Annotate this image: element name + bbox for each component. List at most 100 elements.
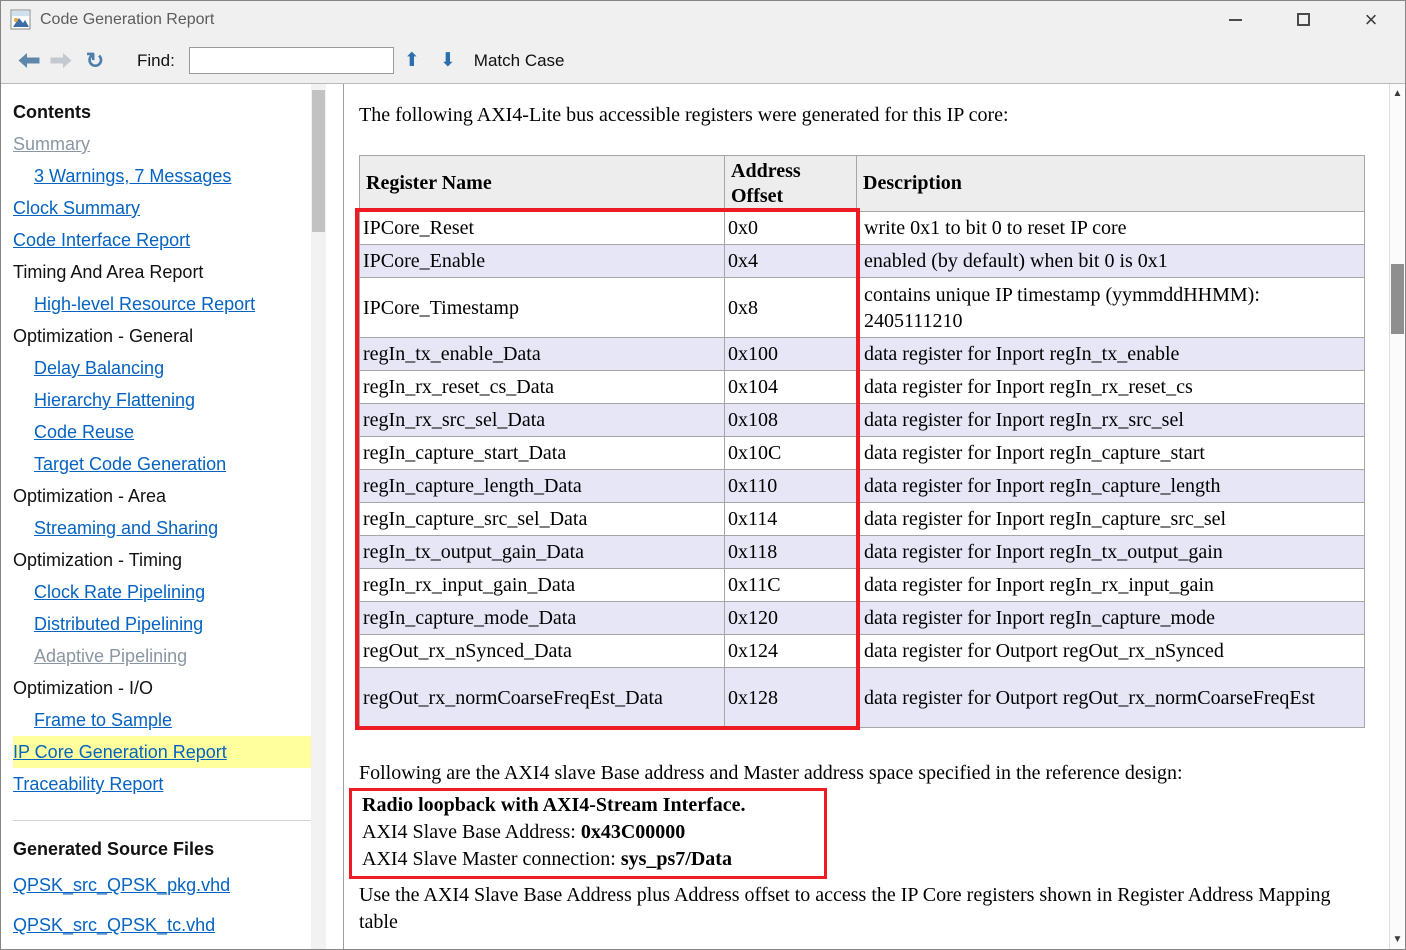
cell-address-offset: 0x11C: [725, 569, 857, 602]
scroll-down-icon[interactable]: ▼: [1390, 934, 1405, 945]
maximize-icon: [1297, 13, 1310, 26]
close-icon: ×: [1365, 9, 1378, 31]
contents-sidebar: Contents Summary 3 Warnings, 7 Messages …: [1, 84, 311, 949]
table-row: regOut_rx_nSynced_Data 0x124 data regist…: [360, 635, 1365, 668]
intro-paragraph: The following AXI4-Lite bus accessible r…: [359, 102, 1369, 129]
find-input[interactable]: [189, 47, 394, 74]
sidebar-item-target-code-generation[interactable]: Target Code Generation: [13, 448, 311, 480]
forward-button[interactable]: [45, 52, 77, 69]
sidebar-item-summary[interactable]: Summary: [13, 128, 311, 160]
column-header-description: Description: [857, 156, 1365, 212]
sidebar-item-adaptive-pipelining[interactable]: Adaptive Pipelining: [13, 640, 311, 672]
generated-source-files-section: Generated Source Files QPSK_src_QPSK_pkg…: [13, 821, 311, 945]
cell-register-name: regOut_rx_nSynced_Data: [360, 635, 725, 668]
maximize-button[interactable]: [1269, 1, 1337, 38]
register-table-wrapper: Register Name Address Offset Description…: [359, 155, 1364, 728]
cell-description: contains unique IP timestamp (yymmddHHMM…: [857, 278, 1365, 338]
cell-register-name: regIn_capture_mode_Data: [360, 602, 725, 635]
table-row: regOut_rx_normCoarseFreqEst_Data 0x128 d…: [360, 668, 1365, 728]
cell-description: data register for Outport regOut_rx_nSyn…: [857, 635, 1365, 668]
cell-address-offset: 0x110: [725, 470, 857, 503]
closing-paragraph: Use the AXI4 Slave Base Address plus Add…: [359, 882, 1359, 936]
sidebar-section-optimization-general: Optimization - General: [13, 320, 311, 352]
cell-description: data register for Inport regIn_capture_s…: [857, 503, 1365, 536]
file-link-qpsk-pkg[interactable]: QPSK_src_QPSK_pkg.vhd: [13, 865, 311, 905]
report-content: The following AXI4-Lite bus accessible r…: [344, 84, 1389, 949]
column-header-address-offset: Address Offset: [725, 156, 857, 212]
sidebar-main-divider: [326, 84, 344, 949]
table-row: regIn_tx_enable_Data 0x100 data register…: [360, 338, 1365, 371]
minimize-button[interactable]: [1201, 1, 1269, 38]
sidebar-item-code-interface-report[interactable]: Code Interface Report: [13, 224, 311, 256]
cell-description: enabled (by default) when bit 0 is 0x1: [857, 245, 1365, 278]
cell-description: data register for Inport regIn_rx_input_…: [857, 569, 1365, 602]
cell-register-name: regIn_rx_reset_cs_Data: [360, 371, 725, 404]
match-case-toggle[interactable]: Match Case: [474, 51, 565, 71]
main-scrollbar[interactable]: ▲ ▼: [1389, 84, 1405, 949]
axi4-slave-master-connection-value: sys_ps7/Data: [621, 848, 732, 870]
cell-address-offset: 0x128: [725, 668, 857, 728]
cell-description: data register for Inport regIn_capture_l…: [857, 470, 1365, 503]
cell-register-name: regIn_rx_input_gain_Data: [360, 569, 725, 602]
cell-register-name: IPCore_Enable: [360, 245, 725, 278]
cell-register-name: regIn_capture_length_Data: [360, 470, 725, 503]
minimize-icon: [1229, 19, 1242, 21]
cell-register-name: regIn_tx_output_gain_Data: [360, 536, 725, 569]
sidebar-item-warnings-messages[interactable]: 3 Warnings, 7 Messages: [13, 160, 311, 192]
sidebar-item-high-level-resource-report[interactable]: High-level Resource Report: [13, 288, 311, 320]
window-body: Contents Summary 3 Warnings, 7 Messages …: [1, 84, 1405, 949]
table-row: regIn_capture_length_Data 0x110 data reg…: [360, 470, 1365, 503]
sidebar-item-hierarchy-flattening[interactable]: Hierarchy Flattening: [13, 384, 311, 416]
cell-description: data register for Inport regIn_rx_reset_…: [857, 371, 1365, 404]
sidebar-item-clock-rate-pipelining[interactable]: Clock Rate Pipelining: [13, 576, 311, 608]
axi4-interface-title: Radio loopback with AXI4-Stream Interfac…: [362, 792, 818, 819]
back-button[interactable]: [13, 52, 45, 69]
main-scrollbar-thumb[interactable]: [1391, 264, 1404, 334]
sidebar-item-frame-to-sample[interactable]: Frame to Sample: [13, 704, 311, 736]
cell-description: write 0x1 to bit 0 to reset IP core: [857, 212, 1365, 245]
sidebar-section-optimization-area: Optimization - Area: [13, 480, 311, 512]
refresh-icon: ↻: [86, 48, 104, 73]
table-row: regIn_tx_output_gain_Data 0x118 data reg…: [360, 536, 1365, 569]
window-controls: ×: [1201, 1, 1405, 38]
cell-address-offset: 0x104: [725, 371, 857, 404]
cell-address-offset: 0x10C: [725, 437, 857, 470]
cell-description: data register for Inport regIn_capture_s…: [857, 437, 1365, 470]
axi4-slave-base-address-label: AXI4 Slave Base Address:: [362, 821, 581, 843]
cell-register-name: regIn_rx_src_sel_Data: [360, 404, 725, 437]
sidebar-section-optimization-io: Optimization - I/O: [13, 672, 311, 704]
axi4-intro-paragraph: Following are the AXI4 slave Base addres…: [359, 760, 1374, 787]
table-row: regIn_rx_input_gain_Data 0x11C data regi…: [360, 569, 1365, 602]
sidebar-item-streaming-and-sharing[interactable]: Streaming and Sharing: [13, 512, 311, 544]
find-next-button[interactable]: ⬇: [430, 49, 466, 72]
sidebar-item-distributed-pipelining[interactable]: Distributed Pipelining: [13, 608, 311, 640]
arrow-up-icon: ⬆: [404, 50, 420, 71]
table-row: regIn_capture_start_Data 0x10C data regi…: [360, 437, 1365, 470]
cell-address-offset: 0x108: [725, 404, 857, 437]
sidebar-item-traceability-report[interactable]: Traceability Report: [13, 768, 311, 800]
find-previous-button[interactable]: ⬆: [394, 49, 430, 72]
cell-address-offset: 0x120: [725, 602, 857, 635]
sidebar-scrollbar-thumb[interactable]: [312, 90, 325, 232]
cell-address-offset: 0x100: [725, 338, 857, 371]
sidebar-item-clock-summary[interactable]: Clock Summary: [13, 192, 311, 224]
cell-register-name: regIn_capture_src_sel_Data: [360, 503, 725, 536]
cell-description: data register for Inport regIn_tx_output…: [857, 536, 1365, 569]
sidebar-item-code-reuse[interactable]: Code Reuse: [13, 416, 311, 448]
axi4-slave-base-address-line: AXI4 Slave Base Address: 0x43C00000: [362, 819, 818, 846]
cell-description: data register for Inport regIn_rx_src_se…: [857, 404, 1365, 437]
app-icon: [10, 9, 31, 30]
table-row: regIn_rx_src_sel_Data 0x108 data registe…: [360, 404, 1365, 437]
sidebar-scrollbar[interactable]: [311, 84, 326, 949]
table-row: IPCore_Enable 0x4 enabled (by default) w…: [360, 245, 1365, 278]
cell-description: data register for Inport regIn_capture_m…: [857, 602, 1365, 635]
sidebar-item-ip-core-generation-report[interactable]: IP Core Generation Report: [13, 736, 311, 768]
file-link-qpsk-tc[interactable]: QPSK_src_QPSK_tc.vhd: [13, 905, 311, 945]
scroll-up-icon[interactable]: ▲: [1390, 88, 1405, 99]
refresh-button[interactable]: ↻: [77, 48, 113, 74]
close-button[interactable]: ×: [1337, 1, 1405, 38]
find-label: Find:: [137, 51, 175, 71]
table-row: IPCore_Reset 0x0 write 0x1 to bit 0 to r…: [360, 212, 1365, 245]
sidebar-item-delay-balancing[interactable]: Delay Balancing: [13, 352, 311, 384]
cell-address-offset: 0x118: [725, 536, 857, 569]
